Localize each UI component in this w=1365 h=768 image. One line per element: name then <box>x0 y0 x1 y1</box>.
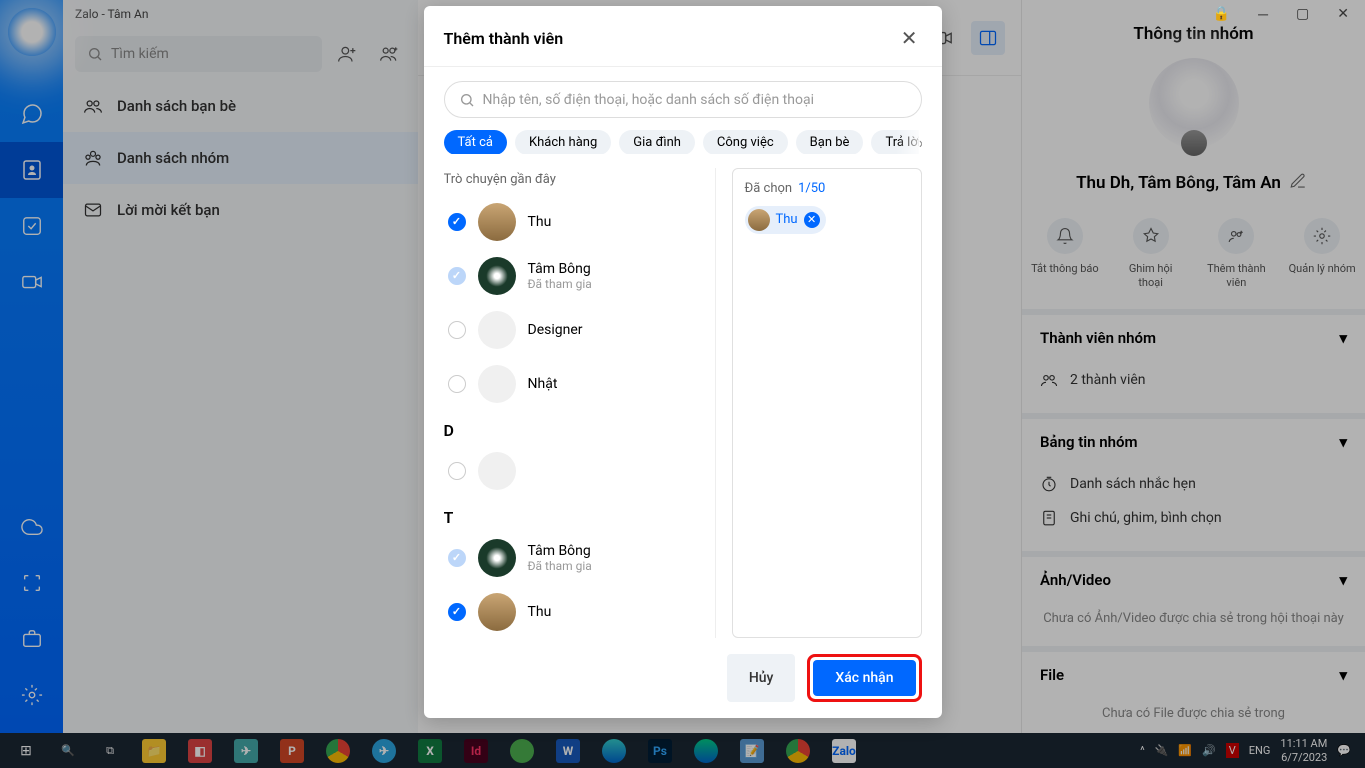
modal-title: Thêm thành viên <box>444 29 564 48</box>
contact-avatar <box>478 311 516 349</box>
contact-checkbox[interactable] <box>448 321 466 339</box>
contact-name: Thu <box>528 214 552 230</box>
contact-row[interactable]: Designer <box>444 303 711 357</box>
confirm-button[interactable]: Xác nhận <box>813 660 915 696</box>
recent-label: Trò chuyện gần đây <box>444 168 711 195</box>
selected-chip: Thu ✕ <box>745 206 826 234</box>
contact-row[interactable]: Thu <box>444 195 711 249</box>
chip-replylater[interactable]: Trả lời sau <box>871 130 921 153</box>
chip-work[interactable]: Công việc <box>703 130 788 153</box>
contact-avatar <box>478 203 516 241</box>
modal-close-button[interactable]: ✕ <box>897 22 922 54</box>
contact-checkbox[interactable] <box>448 603 466 621</box>
contact-checkbox[interactable] <box>448 549 466 567</box>
contact-row[interactable]: Nhật <box>444 357 711 411</box>
selected-box: Đã chọn 1/50 Thu ✕ <box>732 168 922 638</box>
letter-d: D <box>444 411 711 444</box>
contact-checkbox[interactable] <box>448 375 466 393</box>
contact-row[interactable]: Tâm BôngĐã tham gia <box>444 531 711 585</box>
selected-count: 1/50 <box>798 181 825 196</box>
selected-name: Thu <box>776 212 798 227</box>
contact-list[interactable]: Trò chuyện gần đây ThuTâm BôngĐã tham gi… <box>444 168 716 638</box>
filter-chips: Tất cả Khách hàng Gia đình Công việc Bạn… <box>444 130 922 153</box>
chip-family[interactable]: Gia đình <box>619 130 695 153</box>
contact-sub: Đã tham gia <box>528 559 592 573</box>
modal-overlay: Thêm thành viên ✕ Nhập tên, số điện thoạ… <box>0 0 1365 768</box>
contact-avatar <box>478 593 516 631</box>
chips-scroll-right-icon[interactable]: › <box>919 130 922 153</box>
close-window-button[interactable]: ✕ <box>1331 4 1355 24</box>
contact-checkbox[interactable] <box>448 462 466 480</box>
contact-name: Tâm Bông <box>528 261 592 277</box>
remove-selected-icon[interactable]: ✕ <box>804 212 820 228</box>
contact-sub: Đã tham gia <box>528 277 592 291</box>
letter-t: T <box>444 498 711 531</box>
chip-friends[interactable]: Bạn bè <box>796 130 864 153</box>
member-search-input[interactable]: Nhập tên, số điện thoại, hoặc danh sách … <box>444 81 922 118</box>
chip-customers[interactable]: Khách hàng <box>515 130 611 153</box>
lock-icon[interactable]: 🔒 <box>1207 4 1236 24</box>
contact-checkbox[interactable] <box>448 213 466 231</box>
contact-row[interactable] <box>444 444 711 498</box>
contact-checkbox[interactable] <box>448 267 466 285</box>
contact-name: Nhật <box>528 376 558 392</box>
minimize-button[interactable]: ─ <box>1252 4 1274 25</box>
contact-row[interactable]: Thu <box>444 585 711 638</box>
cancel-button[interactable]: Hủy <box>727 654 796 702</box>
chip-all[interactable]: Tất cả <box>444 130 507 153</box>
contact-row[interactable]: Tâm BôngĐã tham gia <box>444 249 711 303</box>
selected-label: Đã chọn <box>745 181 793 196</box>
maximize-button[interactable]: ▢ <box>1290 4 1315 24</box>
contact-avatar <box>478 539 516 577</box>
avatar <box>748 209 770 231</box>
contact-avatar <box>478 365 516 403</box>
contact-name: Designer <box>528 322 583 338</box>
contact-name: Thu <box>528 604 552 620</box>
contact-name: Tâm Bông <box>528 543 592 559</box>
contact-avatar <box>478 452 516 490</box>
search-icon <box>459 92 475 108</box>
add-member-modal: Thêm thành viên ✕ Nhập tên, số điện thoạ… <box>424 6 942 718</box>
contact-avatar <box>478 257 516 295</box>
